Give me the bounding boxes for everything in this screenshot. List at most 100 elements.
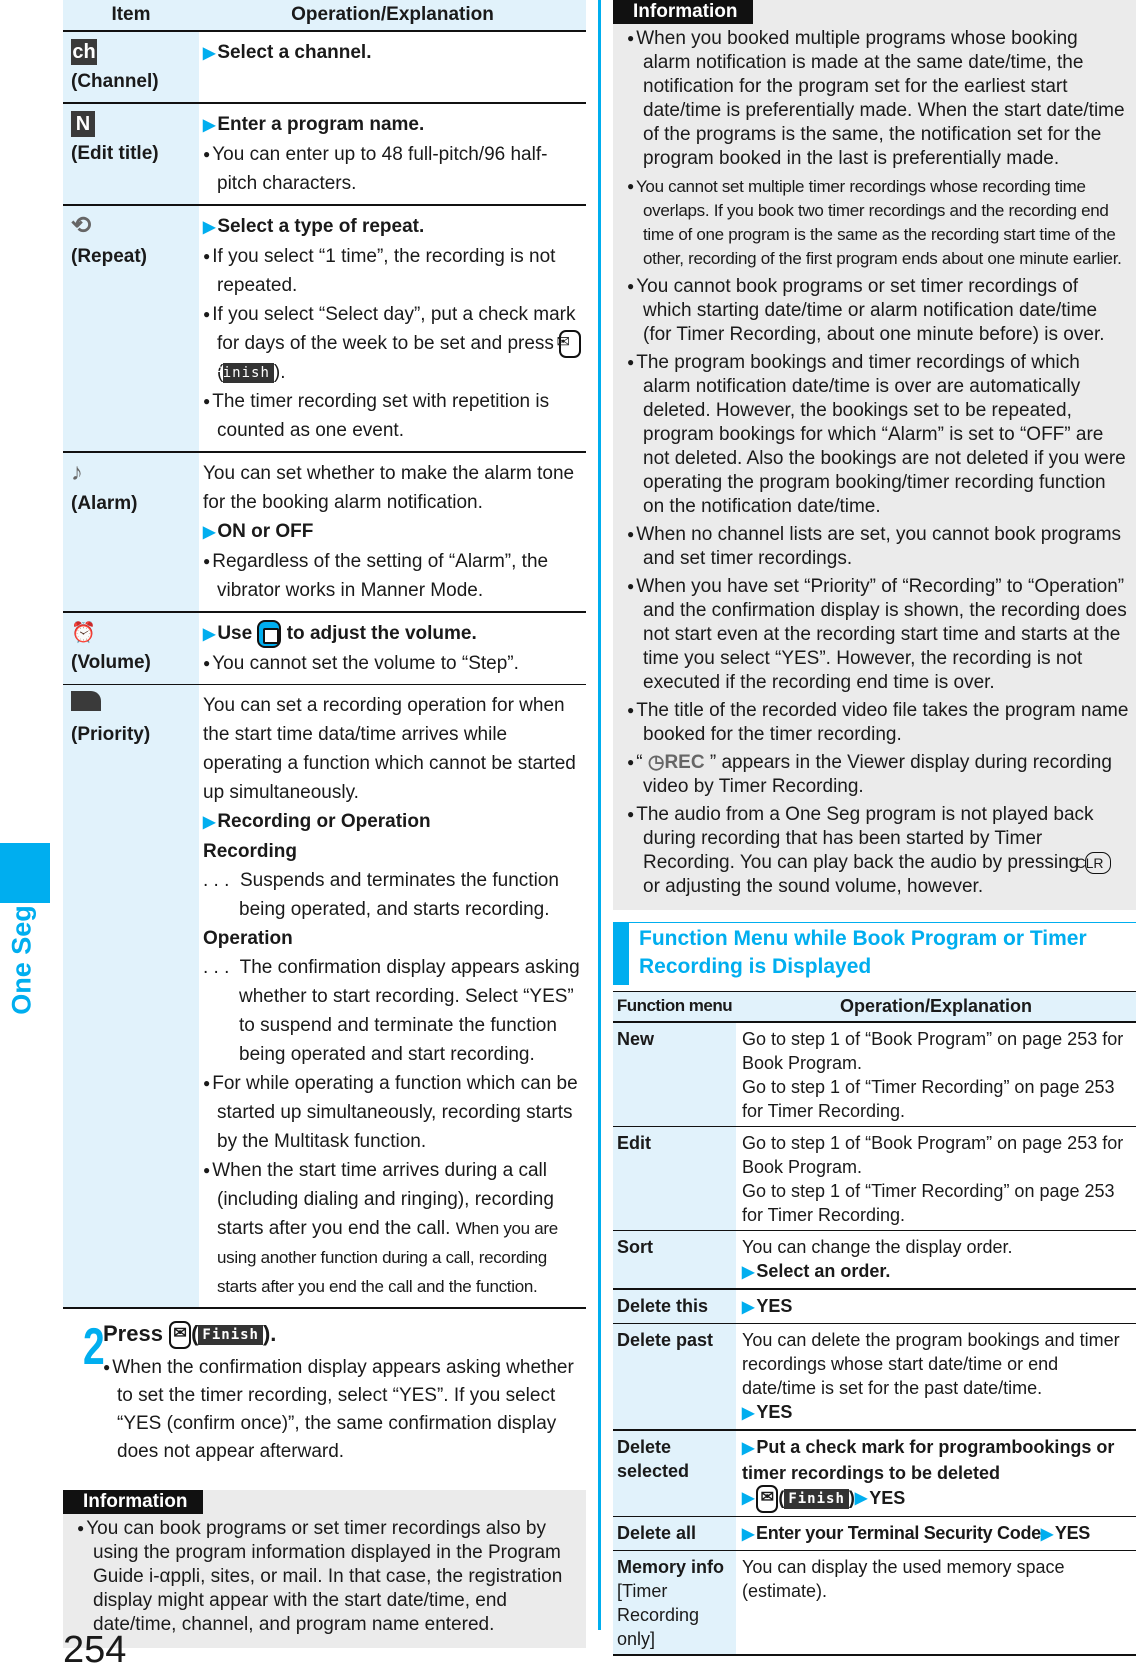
step-number: 2 <box>83 1318 105 1376</box>
operation-cell: Go to step 1 of “Book Program” on page 2… <box>736 1021 1136 1127</box>
function-name: Sort <box>613 1230 736 1290</box>
info-bullet: When no channel lists are set, you canno… <box>627 522 1130 571</box>
step-arrow-icon: ▶ <box>203 117 216 134</box>
function-note: [Timer Recording only] <box>617 1580 700 1649</box>
info-bullet: “ ◷REC ” appears in the Viewer display d… <box>627 750 1130 799</box>
step-arrow-icon: ▶ <box>742 1439 755 1457</box>
table-row: Delete past You can delete the program b… <box>613 1323 1136 1431</box>
step-text: YES <box>1054 1522 1090 1543</box>
information-tag: Information <box>613 0 753 24</box>
step-arrow-icon: ▶ <box>203 219 216 236</box>
option-name: Operation <box>203 928 293 949</box>
rec-icon-text: REC <box>664 752 705 773</box>
information-body: When you booked multiple programs whose … <box>613 24 1136 910</box>
chapter-label: One Seg <box>6 905 37 1015</box>
step-arrow-icon: ▶ <box>742 1404 755 1422</box>
table-row: Sort You can change the display order. ▶… <box>613 1230 1136 1290</box>
function-name: Delete past <box>613 1323 736 1431</box>
step-text: YES <box>869 1487 906 1508</box>
operation-cell: You can delete the program bookings and … <box>736 1323 1136 1431</box>
table-row: ⟲ (Repeat) ▶Select a type of repeat. If … <box>63 205 586 453</box>
item-cell: ♪ (Alarm) <box>63 452 199 613</box>
table-row: Delete this ▶ YES <box>613 1288 1136 1324</box>
step-title: Press ✉(Finish). <box>103 1317 586 1351</box>
item-label: (Priority) <box>71 724 151 745</box>
page-number: 254 <box>63 1629 127 1671</box>
info-bullet: The audio from a One Seg program is not … <box>627 802 1130 899</box>
operation-cell: ▶ YES <box>736 1288 1136 1324</box>
step-text: to adjust the volume. <box>286 623 477 644</box>
step-text: Enter your Terminal Security Code <box>756 1522 1041 1543</box>
information-box: Information You can book programs or set… <box>63 1490 586 1648</box>
table-row: ⏰ (Volume) ▶Use to adjust the volume. Yo… <box>63 612 586 685</box>
function-cell: Memory info [Timer Recording only] <box>613 1550 736 1656</box>
step-arrow-icon: ▶ <box>1040 1525 1053 1543</box>
information-box: Information When you booked multiple pro… <box>613 0 1136 910</box>
finish-softkey: Finish <box>198 1325 263 1346</box>
function-name: Edit <box>613 1126 736 1231</box>
option-desc: . . . The confirmation display appears a… <box>203 957 580 1065</box>
section-title: Function Menu while Book Program or Time… <box>613 922 1136 985</box>
step-arrow-icon: ▶ <box>742 1298 755 1316</box>
header-operation: Operation/Explanation <box>199 0 586 32</box>
table-header-row: Item Operation/Explanation <box>63 0 586 32</box>
item-label: (Edit title) <box>71 143 159 164</box>
table-row: Delete selected ▶ Put a check mark for pr… <box>613 1429 1136 1517</box>
timer-rec-icon: ◷REC <box>647 752 705 773</box>
step-text: Select a channel. <box>217 42 372 63</box>
info-bullet: The program bookings and timer recording… <box>627 350 1130 519</box>
step-text: ON or OFF <box>217 521 314 542</box>
table-header-row: Function menu Operation/Explanation <box>613 991 1136 1023</box>
operation-cell: You can set whether to make the alarm to… <box>199 452 586 613</box>
table-row: ♪ (Alarm) You can set whether to make th… <box>63 452 586 613</box>
item-label: (Volume) <box>71 652 151 673</box>
information-body: You can book programs or set timer recor… <box>63 1514 586 1648</box>
step-arrow-icon: ▶ <box>742 1490 755 1508</box>
item-cell: ⟲ (Repeat) <box>63 205 199 453</box>
finish-softkey: Finish <box>213 362 274 383</box>
step-2: 2 Press ✉(Finish). When the confirmation… <box>63 1317 586 1466</box>
operation-cell: ▶ Enter your Terminal Security Code▶ YES <box>736 1516 1136 1551</box>
note-bullet: You can enter up to 48 full-pitch/96 hal… <box>203 140 582 198</box>
step-arrow-icon: ▶ <box>203 524 216 541</box>
op-text: Go to step 1 of “Timer Recording” on pag… <box>742 1180 1115 1225</box>
mail-key-icon: ✉ <box>557 329 582 358</box>
note-text: ” appears in the Viewer display during r… <box>643 752 1112 797</box>
item-cell: (Priority) <box>63 684 199 1309</box>
item-cell: N (Edit title) <box>63 103 199 206</box>
note-text: If you select “Select day”, put a check … <box>212 304 576 354</box>
left-column: Item Operation/Explanation ch (Channel) … <box>63 0 586 1648</box>
note-bullet: Regardless of the setting of “Alarm”, th… <box>203 547 582 605</box>
option-name: Recording <box>203 841 297 862</box>
function-name: Memory info <box>617 1556 725 1577</box>
music-note-icon: ♪ <box>71 459 83 486</box>
table-row: Edit Go to step 1 of “Book Program” on p… <box>613 1126 1136 1231</box>
option-desc-text: Suspends and terminates the function bei… <box>239 870 559 920</box>
step-text: Select an order. <box>756 1260 891 1281</box>
note-bullet: You cannot set the volume to “Step”. <box>203 649 582 678</box>
edit-title-icon: N <box>71 111 95 137</box>
table-row: Delete all ▶ Enter your Terminal Security… <box>613 1516 1136 1551</box>
settings-table: Item Operation/Explanation ch (Channel) … <box>63 0 586 1309</box>
info-bullet: You can book programs or set timer recor… <box>77 1516 580 1637</box>
table-row: (Priority) You can set a recording opera… <box>63 684 586 1309</box>
info-bullet: You cannot set multiple timer recordings… <box>627 174 1130 271</box>
operation-cell: You can change the display order. ▶ Selec… <box>736 1230 1136 1290</box>
dpad-key-icon <box>257 619 282 648</box>
function-name: New <box>613 1021 736 1127</box>
item-label: (Channel) <box>71 71 159 92</box>
operation-cell: ▶ Select a channel. <box>199 31 586 104</box>
step-text: Use <box>217 623 253 644</box>
op-text: You can display the used memory space (e… <box>742 1556 1065 1601</box>
operation-cell: ▶ Put a check mark for programbookings or… <box>736 1429 1136 1517</box>
repeat-icon: ⟲ <box>71 212 92 239</box>
operation-cell: ▶Enter a program name. You can enter up … <box>199 103 586 206</box>
mail-key-icon: ✉ <box>756 1484 779 1513</box>
op-text: You can change the display order. <box>742 1236 1013 1257</box>
intro-text: You can set a recording operation for wh… <box>203 695 576 803</box>
information-tag: Information <box>63 1490 203 1514</box>
table-row: New Go to step 1 of “Book Program” on pa… <box>613 1021 1136 1127</box>
function-name: Delete selected <box>613 1429 736 1517</box>
function-menu-table: Function menu Operation/Explanation New … <box>613 991 1136 1656</box>
option-desc-text: The confirmation display appears asking … <box>239 957 580 1065</box>
